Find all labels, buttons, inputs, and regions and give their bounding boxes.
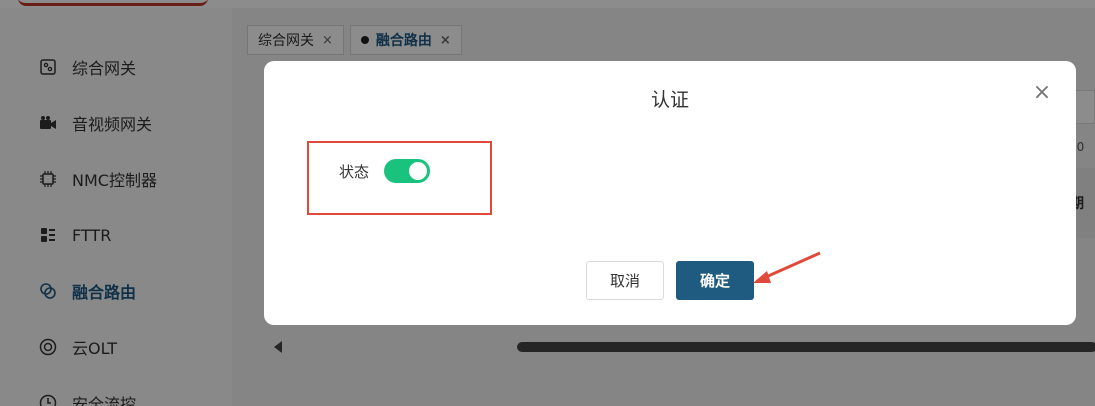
status-toggle[interactable]: [384, 159, 430, 183]
cancel-button[interactable]: 取消: [586, 261, 664, 300]
pointer-arrow-annotation: [753, 251, 821, 283]
dialog-title: 认证: [650, 89, 689, 111]
close-icon[interactable]: ×: [1032, 82, 1052, 104]
toggle-knob: [409, 162, 427, 180]
status-label: 状态: [339, 163, 370, 181]
auth-dialog: 认证 × 状态 取消 确定: [264, 61, 1076, 325]
